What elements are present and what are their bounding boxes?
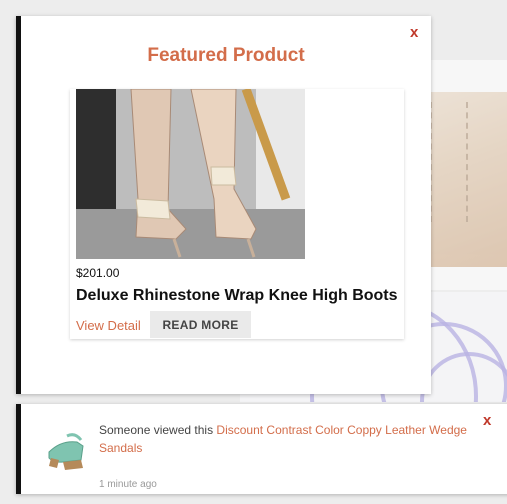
product-card: $201.00 Deluxe Rhinestone Wrap Knee High…	[70, 89, 404, 339]
notification-time: 1 minute ago	[99, 479, 157, 490]
close-popup-button[interactable]: x	[410, 25, 418, 40]
featured-product-popup: Featured Product x $201.00 Deluxe Rhines…	[16, 16, 431, 394]
product-image[interactable]	[76, 89, 305, 259]
notification-prefix: Someone viewed this	[99, 423, 217, 437]
recent-view-notification: Someone viewed this Discount Contrast Co…	[16, 404, 507, 494]
boots-photo-icon	[76, 89, 305, 259]
notification-product-image[interactable]	[37, 416, 97, 476]
view-detail-link[interactable]: View Detail	[76, 318, 141, 333]
product-price: $201.00	[76, 266, 120, 280]
read-more-button[interactable]: READ MORE	[150, 311, 251, 338]
notification-message: Someone viewed this Discount Contrast Co…	[99, 421, 469, 457]
popup-title: Featured Product	[147, 45, 305, 66]
product-name[interactable]: Deluxe Rhinestone Wrap Knee High Boots	[76, 287, 398, 305]
close-notification-button[interactable]: x	[483, 413, 491, 428]
sandal-photo-icon	[37, 416, 97, 476]
